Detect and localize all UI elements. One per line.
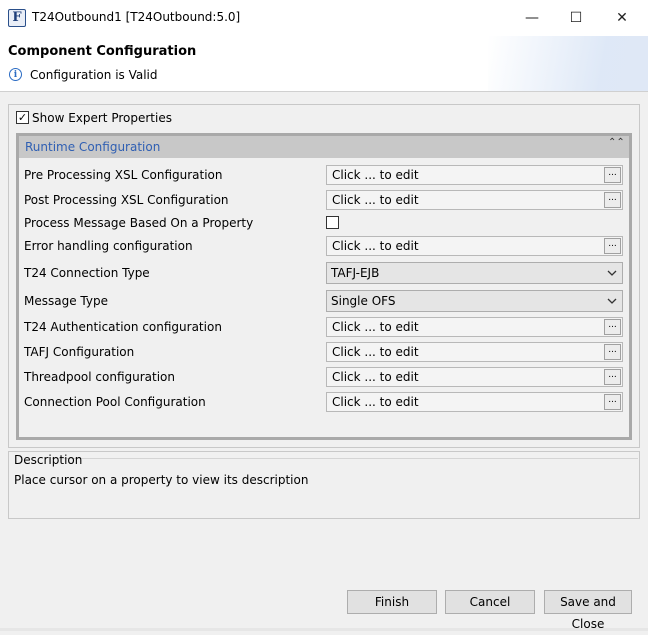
post-xsl-field[interactable]: Click ... to edit ... <box>326 190 623 210</box>
show-expert-label: Show Expert Properties <box>32 111 172 125</box>
ellipsis-button[interactable]: ... <box>604 369 621 385</box>
close-button[interactable]: ✕ <box>599 0 645 36</box>
field-value: Click ... to edit <box>332 193 419 207</box>
minimize-button[interactable]: — <box>509 0 555 36</box>
ellipsis-button[interactable]: ... <box>604 344 621 360</box>
connection-type-select[interactable]: TAFJ-EJB <box>326 262 623 284</box>
ellipsis-button[interactable]: ... <box>604 192 621 208</box>
ellipsis-button[interactable]: ... <box>604 394 621 410</box>
property-label: Error handling configuration <box>24 239 193 253</box>
close-icon: ✕ <box>616 10 628 26</box>
collapse-icon[interactable]: ⌃⌃ <box>608 138 625 156</box>
info-icon: i <box>9 68 22 81</box>
property-label: Post Processing XSL Configuration <box>24 193 229 207</box>
error-handling-field[interactable]: Click ... to edit ... <box>326 236 623 256</box>
ellipsis-button[interactable]: ... <box>604 167 621 183</box>
property-label: Message Type <box>24 294 108 308</box>
field-value: Click ... to edit <box>332 395 419 409</box>
select-value: Single OFS <box>331 294 396 308</box>
property-label: Threadpool configuration <box>24 370 176 384</box>
chevron-down-icon <box>607 298 617 304</box>
description-divider <box>52 458 638 459</box>
field-value: Click ... to edit <box>332 239 419 253</box>
property-label: Pre Processing XSL Configuration <box>24 168 223 182</box>
property-label: Process Message Based On a Property <box>24 216 254 230</box>
description-title: Description <box>14 453 83 467</box>
header-decoration <box>488 36 648 91</box>
field-value: Click ... to edit <box>332 168 419 182</box>
field-value: Click ... to edit <box>332 345 419 359</box>
connection-pool-field[interactable]: Click ... to edit ... <box>326 392 623 412</box>
property-label: TAFJ Configuration <box>24 345 135 359</box>
pre-xsl-field[interactable]: Click ... to edit ... <box>326 165 623 185</box>
field-value: Click ... to edit <box>332 320 419 334</box>
cancel-button[interactable]: Cancel <box>445 590 535 614</box>
page-title: Component Configuration <box>8 44 197 59</box>
tafj-config-field[interactable]: Click ... to edit ... <box>326 342 623 362</box>
message-type-select[interactable]: Single OFS <box>326 290 623 312</box>
select-value: TAFJ-EJB <box>331 266 380 280</box>
property-label: Connection Pool Configuration <box>24 395 206 409</box>
app-logo-icon: F <box>8 9 26 27</box>
show-expert-checkbox[interactable]: ✓ <box>16 111 29 124</box>
auth-config-field[interactable]: Click ... to edit ... <box>326 317 623 337</box>
property-label: T24 Authentication configuration <box>24 320 222 334</box>
finish-button[interactable]: Finish <box>347 590 437 614</box>
property-label: T24 Connection Type <box>24 266 150 280</box>
process-message-checkbox[interactable] <box>326 216 339 229</box>
chevron-down-icon <box>607 270 617 276</box>
maximize-icon: ☐ <box>569 10 583 26</box>
field-value: Click ... to edit <box>332 370 419 384</box>
description-text: Place cursor on a property to view its d… <box>14 473 309 487</box>
save-and-close-button[interactable]: Save and Close <box>544 590 632 631</box>
window-title: T24Outbound1 [T24Outbound:5.0] <box>32 10 241 24</box>
ellipsis-button[interactable]: ... <box>604 319 621 335</box>
section-title: Runtime Configuration <box>25 140 161 154</box>
minimize-icon: — <box>525 10 539 26</box>
ellipsis-button[interactable]: ... <box>604 238 621 254</box>
maximize-button[interactable]: ☐ <box>553 0 599 36</box>
validation-status: Configuration is Valid <box>30 68 158 82</box>
threadpool-config-field[interactable]: Click ... to edit ... <box>326 367 623 387</box>
